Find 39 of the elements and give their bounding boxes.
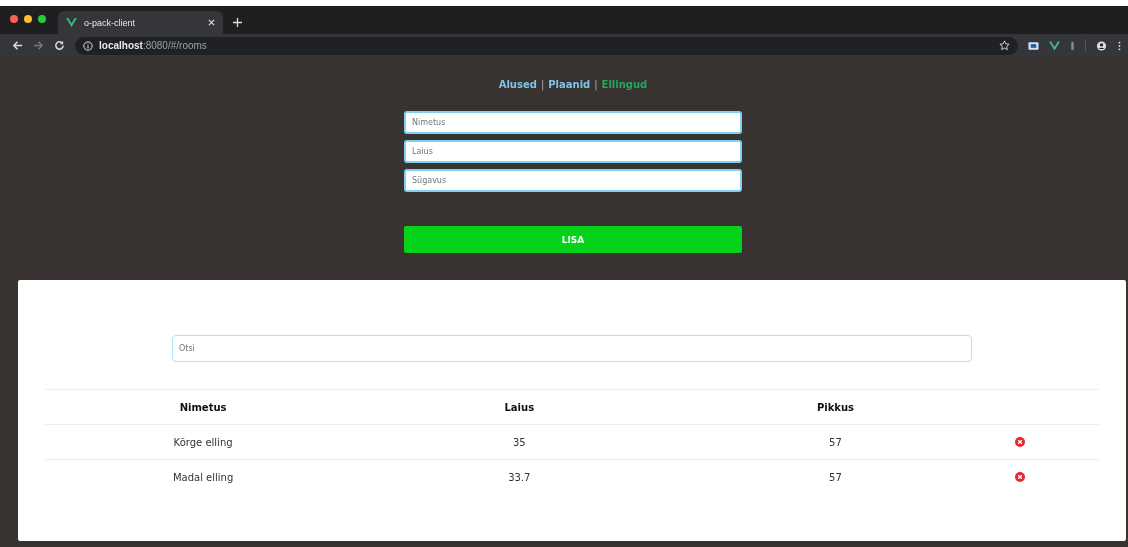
minimize-window-icon[interactable] bbox=[24, 15, 32, 23]
star-icon[interactable] bbox=[999, 40, 1010, 51]
v-logo-icon bbox=[66, 18, 77, 27]
menu-icon[interactable] bbox=[1117, 40, 1122, 51]
nav-link[interactable]: Ellingud bbox=[601, 79, 648, 90]
input-field[interactable]: Nimetus bbox=[404, 111, 742, 134]
browser-tab[interactable]: o-pack-client bbox=[58, 11, 223, 34]
table-cell: 57 bbox=[677, 459, 994, 495]
close-tab-icon[interactable] bbox=[208, 19, 215, 26]
column-header: Pikkus bbox=[677, 389, 994, 425]
nav-separator: | bbox=[540, 79, 545, 90]
column-header: Laius bbox=[361, 389, 678, 425]
v-logo-icon[interactable] bbox=[1049, 40, 1060, 51]
delete-icon[interactable] bbox=[1014, 472, 1025, 483]
tab-title: o-pack-client bbox=[84, 17, 137, 28]
new-tab-icon[interactable] bbox=[233, 18, 242, 27]
nav-link[interactable]: Alused bbox=[498, 79, 537, 90]
nav-separator: | bbox=[594, 79, 598, 90]
table-cell: 57 bbox=[677, 424, 994, 460]
maximize-window-icon[interactable] bbox=[38, 15, 46, 23]
extension-icon[interactable] bbox=[1028, 40, 1039, 51]
account-icon[interactable] bbox=[1096, 40, 1107, 51]
table-cell: 35 bbox=[361, 424, 678, 460]
address-bar[interactable]: localhost:8080/#/rooms bbox=[75, 36, 1018, 55]
close-window-icon[interactable] bbox=[10, 15, 18, 23]
table-cell: Madal elling bbox=[45, 459, 362, 495]
input-field[interactable]: Laius bbox=[404, 140, 742, 163]
reload-icon[interactable] bbox=[54, 40, 65, 51]
nav-link[interactable]: Plaanid bbox=[548, 79, 591, 90]
input-field[interactable]: Sügavus bbox=[404, 169, 742, 192]
table-cell: Kõrge elling bbox=[45, 424, 362, 460]
search-field[interactable]: Otsi bbox=[172, 335, 972, 362]
back-icon[interactable] bbox=[12, 40, 23, 51]
column-header: Nimetus bbox=[45, 389, 362, 425]
info-icon bbox=[83, 40, 93, 51]
url-text: localhost:8080/#/rooms bbox=[99, 40, 208, 51]
table-cell: 33.7 bbox=[361, 459, 678, 495]
delete-icon[interactable] bbox=[1014, 437, 1025, 447]
forward-icon[interactable] bbox=[33, 40, 44, 51]
